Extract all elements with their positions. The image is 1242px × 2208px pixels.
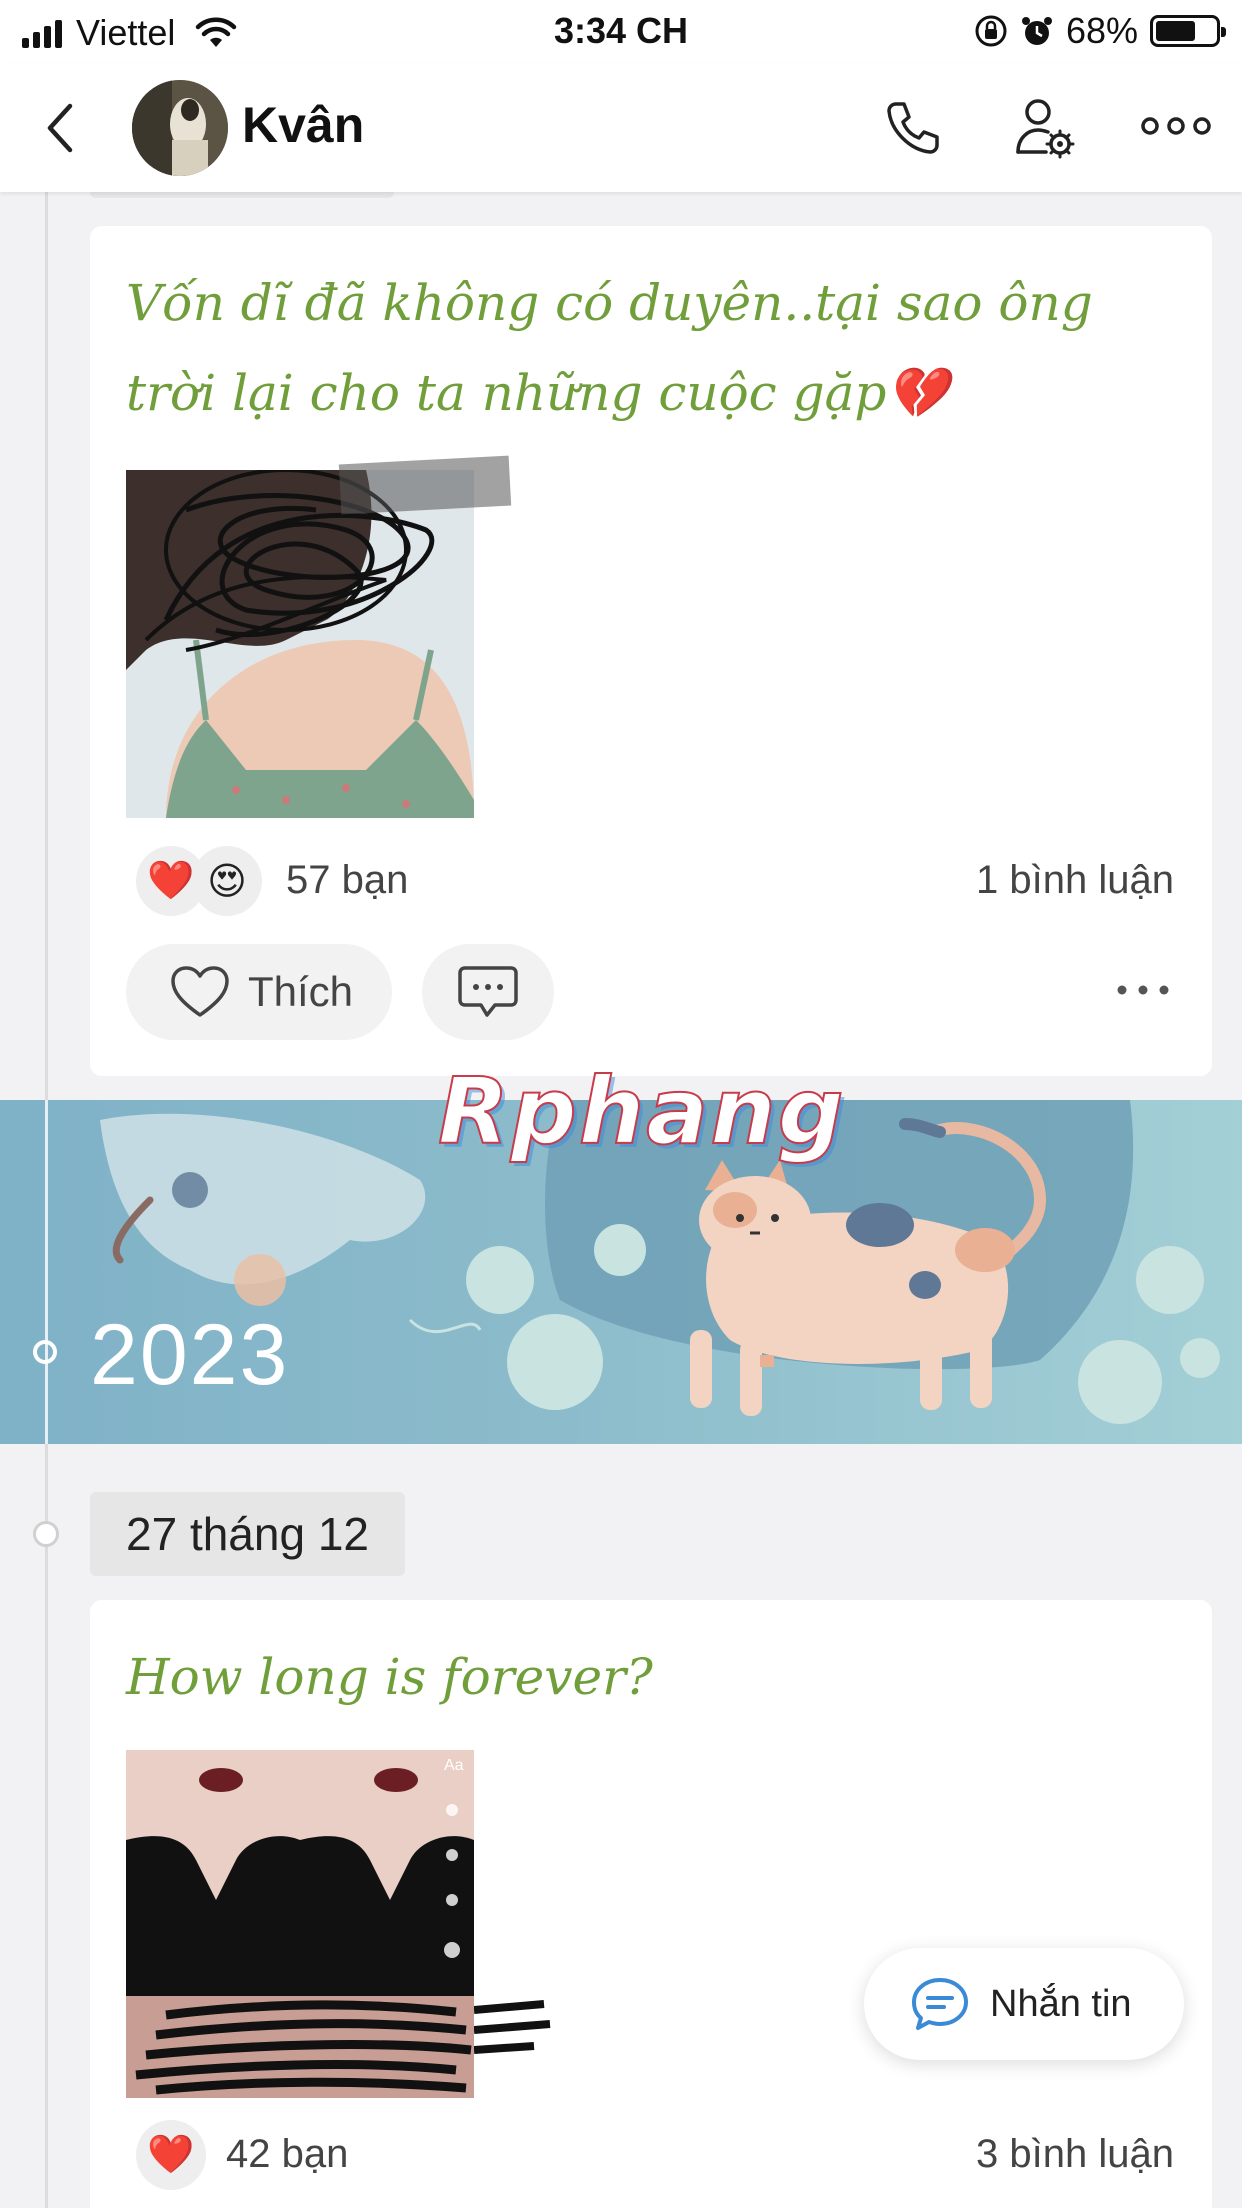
post-image[interactable] <box>126 470 474 818</box>
redaction-mark <box>338 455 512 515</box>
chevron-left-icon[interactable] <box>36 98 88 158</box>
reactions-row[interactable]: ❤️ 42 bạn 3 bình luận <box>90 2120 1212 2190</box>
post-photo <box>126 470 474 818</box>
reactions-row[interactable]: ❤️ 😍 57 bạn 1 bình luận <box>90 846 1212 916</box>
svg-text:Aa: Aa <box>444 1757 464 1774</box>
user-settings-icon[interactable] <box>1010 94 1078 162</box>
timeline-year-dot <box>33 1340 57 1364</box>
more-horizontal-icon[interactable] <box>1116 976 1170 1004</box>
like-button[interactable]: Thích <box>126 944 392 1040</box>
watermark: Rphang <box>437 1057 846 1166</box>
avatar-image <box>132 80 228 176</box>
timeline-line-segment <box>45 1100 48 1444</box>
profile-name[interactable]: Kvân <box>242 96 364 154</box>
timeline-date-dot <box>33 1521 59 1547</box>
comment-button[interactable] <box>422 944 554 1040</box>
alarm-icon <box>1021 17 1052 45</box>
reaction-count[interactable]: 57 bạn <box>286 858 408 903</box>
chat-profile-header: Kvân <box>0 64 1242 192</box>
post-text: How long is forever? <box>126 1648 653 1706</box>
like-label: Thích <box>248 968 354 1015</box>
phone-icon[interactable] <box>878 94 946 162</box>
message-button-label: Nhắn tin <box>990 1982 1132 2025</box>
post-card[interactable]: How long is forever? Aa ❤️ 42 bạn 3 bình… <box>90 1600 1212 2208</box>
post-card[interactable]: Vốn dĩ đã không có duyên..tại sao ông tr… <box>90 226 1212 1076</box>
battery-percent: 68% <box>1065 10 1138 51</box>
chat-bubble-icon <box>912 1978 968 2030</box>
comment-count[interactable]: 1 bình luận <box>976 858 1174 903</box>
status-right: 68% <box>974 10 1226 52</box>
battery-icon <box>1150 15 1226 47</box>
comment-icon <box>458 966 518 1017</box>
post-actions: Thích <box>90 944 1212 1040</box>
heart-outline-icon <box>171 966 229 1017</box>
heart-reaction-icon: ❤️ <box>136 2120 206 2190</box>
message-button[interactable]: Nhắn tin <box>864 1948 1184 2060</box>
year-label: 2023 <box>90 1307 290 1403</box>
post-text: Vốn dĩ đã không có duyên..tại sao ông tr… <box>126 274 1093 422</box>
date-label: 27 tháng 12 <box>90 1492 406 1576</box>
more-horizontal-icon[interactable] <box>1140 96 1212 164</box>
orientation-lock-icon <box>975 15 1007 47</box>
reaction-count[interactable]: 42 bạn <box>226 2132 348 2177</box>
post-photo: Aa <box>126 1750 474 2098</box>
post-image[interactable]: Aa <box>126 1750 474 2098</box>
redaction-mark <box>474 2000 551 2054</box>
status-bar: Viettel 3:34 CH 68% <box>0 0 1242 64</box>
avatar[interactable] <box>132 80 228 176</box>
comment-count[interactable]: 3 bình luận <box>976 2132 1174 2177</box>
heart-reaction-icon: ❤️ <box>136 846 206 916</box>
